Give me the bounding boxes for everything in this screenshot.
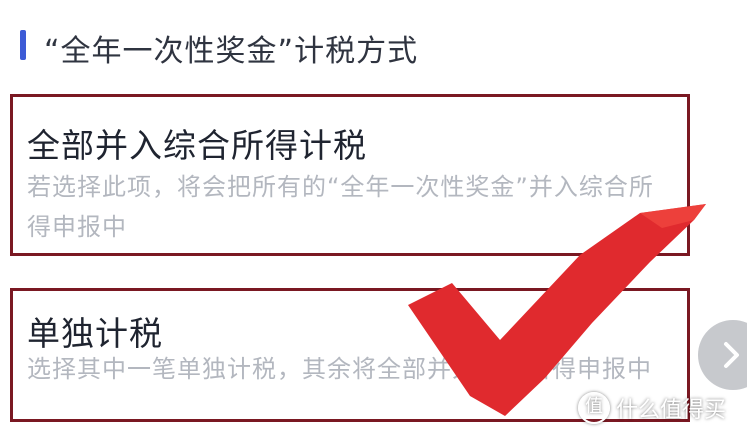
chevron-right-icon: [724, 342, 739, 368]
section-header: “全年一次性奖金”计税方式: [0, 0, 747, 88]
section-accent-bar: [20, 30, 26, 60]
option-description: 若选择此项，将会把所有的“全年一次性奖金”并入综合所得申报中: [27, 173, 654, 241]
section-title: “全年一次性奖金”计税方式: [44, 34, 419, 69]
watermark-logo-icon: 值: [578, 392, 610, 424]
option-title: 全部并入综合所得计税: [27, 126, 367, 165]
option-title: 单独计税: [27, 314, 163, 353]
watermark: 值什么值得买: [578, 392, 726, 426]
watermark-text: 什么值得买: [616, 398, 727, 423]
option-description: 选择其中一笔单独计税，其余将全部并入综合所得申报中: [27, 355, 652, 383]
next-button[interactable]: [698, 320, 747, 390]
option-combined-taxation[interactable]: 全部并入综合所得计税 若选择此项，将会把所有的“全年一次性奖金”并入综合所得申报…: [10, 94, 690, 256]
